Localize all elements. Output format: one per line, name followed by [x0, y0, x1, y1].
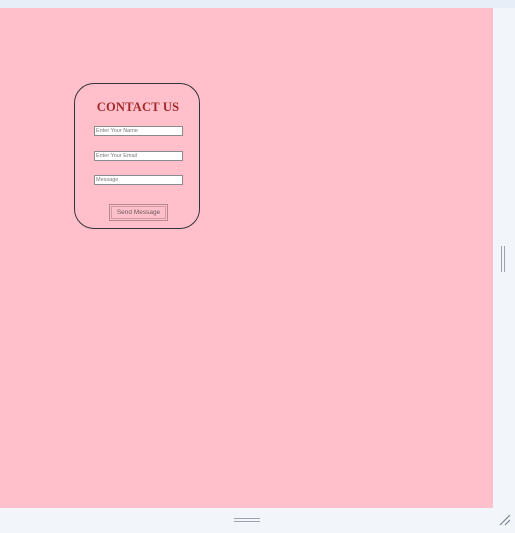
send-message-label: Send Message [111, 206, 166, 219]
top-frame-strip [0, 0, 515, 8]
email-input[interactable] [94, 151, 183, 161]
contact-form: CONTACT US Send Message [74, 83, 200, 229]
preview-viewport: CONTACT US Send Message [0, 8, 493, 508]
resize-grip-icon[interactable] [496, 511, 512, 527]
name-input[interactable] [94, 126, 183, 136]
send-message-button[interactable]: Send Message [109, 204, 168, 221]
contact-title: CONTACT US [96, 100, 180, 114]
message-input[interactable] [94, 175, 183, 185]
vertical-splitter-handle[interactable] [499, 246, 507, 272]
horizontal-splitter-handle[interactable] [234, 516, 260, 524]
